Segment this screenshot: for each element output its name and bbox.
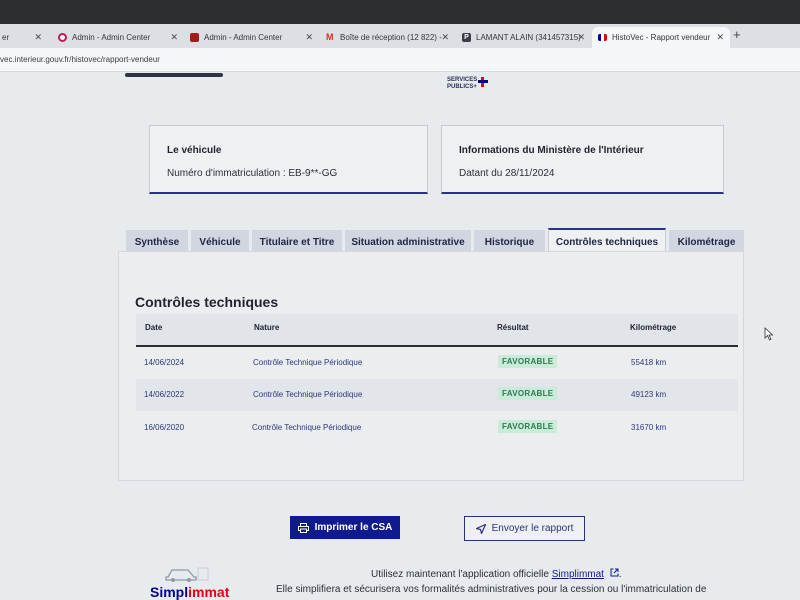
printer-icon [297,522,309,533]
send-report-button[interactable]: Envoyer le rapport [464,516,585,541]
plus-icon [478,77,488,87]
screen-bezel [0,0,800,24]
page-content: SERVICES PUBLICS+ Le véhicule Numéro d'i… [0,73,800,600]
france-flag-icon [598,34,607,41]
row-date: 14/06/2022 [144,390,185,399]
print-csa-label: Imprimer le CSA [314,522,393,533]
tab-title: Boîte de réception (12 822) - th [340,33,444,42]
row-km: 31670 km [631,423,667,432]
gmail-icon: M [326,32,334,42]
services-publics-logo: SERVICES PUBLICS+ [447,77,488,91]
row-km: 55418 km [631,358,667,367]
status-badge: FAVORABLE [498,420,558,433]
report-date: Datant du 28/11/2024 [459,168,555,179]
plate-number: Numéro d'immatriculation : EB-9**-GG [167,168,338,179]
url-text[interactable]: vec.interieur.gouv.fr/histovec/rapport-v… [0,55,160,64]
column-header-date: Date [145,323,163,332]
browser-tab[interactable]: Admin - Admin Center ✕ [184,27,319,48]
table-row: 16/06/2020 Contrôle Technique Périodique… [136,412,738,444]
tab-title: er [2,33,10,42]
row-date: 16/06/2020 [144,423,185,432]
vehicle-card: Le véhicule Numéro d'immatriculation : E… [149,125,428,194]
marianne-logo-stripe [125,73,223,77]
logo-line-1: SERVICES [447,77,478,83]
column-header-resultat: Résultat [497,323,529,332]
column-header-kilometrage: Kilométrage [630,323,677,332]
status-badge: FAVORABLE [498,355,558,368]
row-date: 14/06/2024 [144,358,185,367]
admin-center-icon [58,33,67,42]
column-header-nature: Nature [254,323,280,332]
browser-tab[interactable]: Admin - Admin Center ✕ [52,27,184,48]
close-icon[interactable]: ✕ [441,32,449,43]
vehicle-card-title: Le véhicule [167,145,222,156]
close-icon[interactable]: ✕ [170,32,178,43]
send-icon [475,523,486,534]
external-link-icon [610,568,619,577]
address-bar[interactable]: vec.interieur.gouv.fr/histovec/rapport-v… [0,48,800,72]
tab-title: Admin - Admin Center [72,33,151,42]
table-header: Date Nature Résultat Kilométrage [136,314,738,347]
logo-line-2: PUBLICS+ [447,84,477,90]
promo-suffix: . [618,569,622,580]
admin-center-icon [190,33,199,42]
wordmark-part-b: immat [188,584,230,600]
print-csa-button[interactable]: Imprimer le CSA [290,516,400,539]
tab-title: HistoVec - Rapport vendeur [612,33,711,42]
close-icon[interactable]: ✕ [716,32,724,43]
row-nature: Contrôle Technique Périodique [252,423,362,432]
simplimmat-link[interactable]: Simplimmat [552,569,604,580]
promo-line-2: Elle simplifiera et sécurisera vos forma… [276,584,707,595]
browser-tab-bar: er ✕ Admin - Admin Center ✕ Admin - Admi… [0,24,800,48]
browser-tab[interactable]: P LAMANT ALAIN (341457315) : ( ✕ [456,27,591,48]
close-icon[interactable]: ✕ [305,32,313,43]
car-icon [165,567,209,582]
wordmark-part-a: Simpl [150,584,189,600]
browser-tab[interactable]: M Boîte de réception (12 822) - th ✕ [320,27,455,48]
browser-tab[interactable]: er ✕ [0,27,48,48]
row-nature: Contrôle Technique Périodique [253,358,363,367]
tab-title: LAMANT ALAIN (341457315) : ( [476,33,580,42]
status-badge: FAVORABLE [498,387,558,400]
close-icon[interactable]: ✕ [34,32,42,43]
table-row: 14/06/2024 Contrôle Technique Périodique… [136,347,738,379]
tab-title: Admin - Admin Center [204,33,283,42]
section-title: Contrôles techniques [135,294,279,310]
close-icon[interactable]: ✕ [577,32,585,43]
technical-controls-panel: Contrôles techniques Date Nature Résulta… [118,251,744,481]
mouse-cursor-icon [764,327,774,341]
table-row: 14/06/2022 Contrôle Technique Périodique… [136,379,738,411]
promo-line-1: Utilisez maintenant l'application offici… [276,567,746,582]
ministry-card: Informations du Ministère de l'Intérieur… [441,125,724,194]
send-report-label: Envoyer le rapport [491,523,574,534]
simplimmat-wordmark: Simplimmat [150,584,229,600]
row-nature: Contrôle Technique Périodique [253,390,363,399]
p-icon: P [462,33,471,42]
row-km: 49123 km [631,390,667,399]
ministry-card-title: Informations du Ministère de l'Intérieur [459,145,644,156]
new-tab-button[interactable]: + [733,27,741,42]
simplimmat-promo: Utilisez maintenant l'application offici… [276,567,746,597]
promo-prefix: Utilisez maintenant l'application offici… [371,569,552,580]
browser-tab-active[interactable]: HistoVec - Rapport vendeur ✕ [592,27,730,48]
